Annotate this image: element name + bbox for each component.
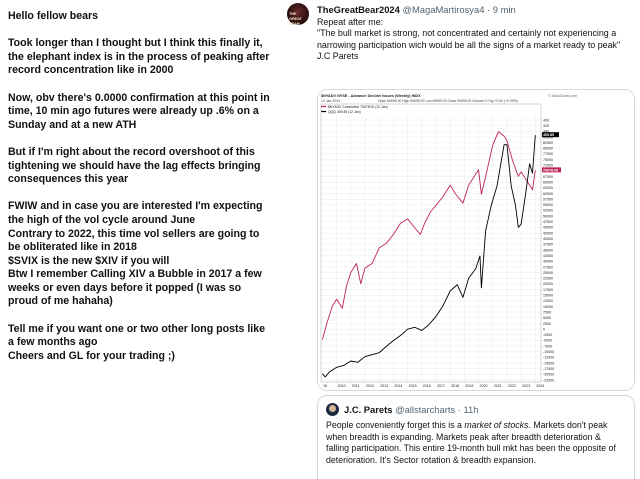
y-tick-label: 75000 [543, 158, 553, 162]
quoted-text-part: People conveniently forget this is a [326, 420, 465, 430]
tweet-line: "The bull market is strong, not concentr… [317, 28, 621, 50]
y-tick-label: 50000 [543, 214, 553, 218]
tweet-card[interactable]: THE GREAT BEAR TheGreatBear2024 @MagaMar… [279, 0, 640, 479]
y-tick-label: 67500 [543, 175, 553, 179]
y-tick-label: 52500 [543, 209, 553, 213]
y-tick-label: 62500 [543, 186, 553, 190]
x-tick-label: 2017 [437, 384, 445, 388]
y-tick-label: 400 [543, 118, 549, 122]
y-tick-label: 45000 [543, 226, 553, 230]
y-tick-label: 40000 [543, 237, 553, 241]
chart-watermark: © StockCharts.com [548, 94, 577, 98]
y-tick-label: 2500 [543, 322, 551, 326]
left-paragraph: Took longer than I thought but I think t… [8, 37, 270, 77]
y-tick-label: 65000 [543, 180, 553, 184]
y-tick-label: 0 [543, 327, 545, 331]
quoted-author-name[interactable]: J.C. Parets [344, 404, 392, 415]
y-tick-label: 20000 [543, 282, 553, 286]
y-tick-label: -7500 [543, 344, 552, 348]
y-tick-label: 30000 [543, 260, 553, 264]
author-handle[interactable]: @MagaMartirosya4 [402, 4, 484, 15]
x-tick-label: 2018 [451, 384, 459, 388]
y-tick-label: -22500 [543, 378, 554, 382]
y-tick-label: -10000 [543, 350, 554, 354]
x-tick-label: 2014 [394, 384, 402, 388]
left-paragraph: FWIW and in case you are interested I'm … [8, 200, 263, 308]
price-label-breadth: 70678.00 [543, 168, 558, 172]
y-tick-label: 10000 [543, 305, 553, 309]
y-tick-label: 25000 [543, 271, 553, 275]
avatar-text: THE GREAT BEAR [289, 11, 302, 26]
x-tick-label: 2016 [423, 384, 431, 388]
x-tick-label: 2019 [465, 384, 473, 388]
quoted-time[interactable]: 11h [463, 404, 478, 415]
y-tick-label: -12500 [543, 356, 554, 360]
chart-legend-breadth: $NYADV Cumulative 70678.00 (12 Jan) [328, 105, 388, 109]
x-tick-label: 2012 [366, 384, 374, 388]
y-tick-label: 17500 [543, 288, 553, 292]
left-post-text: Hello fellow bears Took longer than I th… [8, 10, 270, 377]
y-tick-label: 55000 [543, 203, 553, 207]
quoted-header: J.C. Parets @allstarcharts · 11h [344, 404, 478, 415]
chart-ohlc: Open 69699.00 High 69699.00 Low 69699.00… [378, 99, 518, 103]
y-tick-label: 47500 [543, 220, 553, 224]
x-tick-label: 2020 [480, 384, 488, 388]
quoted-author-avatar[interactable] [326, 403, 339, 416]
x-tick-label: 2010 [338, 384, 346, 388]
x-tick-label: 2013 [380, 384, 388, 388]
y-tick-label: 37500 [543, 243, 553, 247]
tweet-time[interactable]: 9 min [493, 4, 516, 15]
y-tick-label: 42500 [543, 231, 553, 235]
y-tick-label: -15000 [543, 361, 554, 365]
chart-ticker: $NYADV NYSE - Advance Decline Issues (We… [321, 94, 421, 98]
tweet-line: J.C Parets [317, 51, 359, 62]
chart-image[interactable]: $NYADV NYSE - Advance Decline Issues (We… [317, 89, 635, 391]
y-tick-label: 27500 [543, 265, 553, 269]
y-tick-label: -17500 [543, 367, 554, 371]
author-avatar[interactable]: THE GREAT BEAR [287, 3, 309, 26]
x-tick-label: 2015 [409, 384, 417, 388]
y-tick-label: 82500 [543, 141, 553, 145]
y-tick-label: -20000 [543, 373, 554, 377]
y-tick-label: 57500 [543, 197, 553, 201]
y-tick-label: 77500 [543, 152, 553, 156]
x-tick-label: 16 [323, 384, 327, 388]
y-tick-label: 80000 [543, 147, 553, 151]
x-tick-label: 2021 [494, 384, 502, 388]
y-tick-label: 15000 [543, 294, 553, 298]
chart-svg: $NYADV NYSE - Advance Decline Issues (We… [318, 90, 634, 390]
y-tick-label: 32500 [543, 254, 553, 258]
price-label-qqq: 409.85 [543, 133, 554, 137]
x-tick-label: 2022 [508, 384, 516, 388]
y-tick-label: -2500 [543, 333, 552, 337]
y-tick-label: 5000 [543, 316, 551, 320]
tweet-line: Repeat after me: [317, 17, 384, 27]
quoted-text-emphasis: market of stocks [464, 420, 529, 430]
y-tick-label: 22500 [543, 277, 553, 281]
x-tick-label: 2024 [536, 384, 544, 388]
left-paragraph: Now, obv there's 0.0000 confirmation at … [8, 91, 270, 131]
left-paragraph: Tell me if you want one or two other lon… [8, 322, 266, 362]
separator-dot: · [457, 404, 461, 415]
y-tick-label: 325 [543, 124, 549, 128]
tweet-header: TheGreatBear2024 @MagaMartirosya4 · 9 mi… [317, 4, 516, 15]
chart-date: 12-Jan-2024 [321, 99, 340, 103]
quoted-text: People conveniently forget this is a mar… [326, 420, 626, 466]
y-tick-label: -5000 [543, 339, 552, 343]
chart-legend-qqq: QQQ 409.85 (12 Jan) [328, 110, 361, 114]
separator-dot: · [487, 4, 491, 15]
x-tick-label: 2011 [352, 384, 360, 388]
quoted-tweet[interactable]: J.C. Parets @allstarcharts · 11h People … [317, 395, 635, 479]
y-tick-label: 72500 [543, 164, 553, 168]
quoted-handle[interactable]: @allstarcharts [395, 404, 455, 415]
x-tick-label: 2023 [522, 384, 530, 388]
author-name[interactable]: TheGreatBear2024 [317, 4, 400, 15]
left-paragraph: But if I'm right about the record oversh… [8, 145, 261, 186]
y-tick-label: 12500 [543, 299, 553, 303]
y-tick-label: 35000 [543, 248, 553, 252]
y-tick-label: 7500 [543, 310, 551, 314]
tweet-body: Repeat after me: "The bull market is str… [317, 17, 632, 63]
left-paragraph: Hello fellow bears [8, 10, 99, 22]
y-tick-label: 60000 [543, 192, 553, 196]
